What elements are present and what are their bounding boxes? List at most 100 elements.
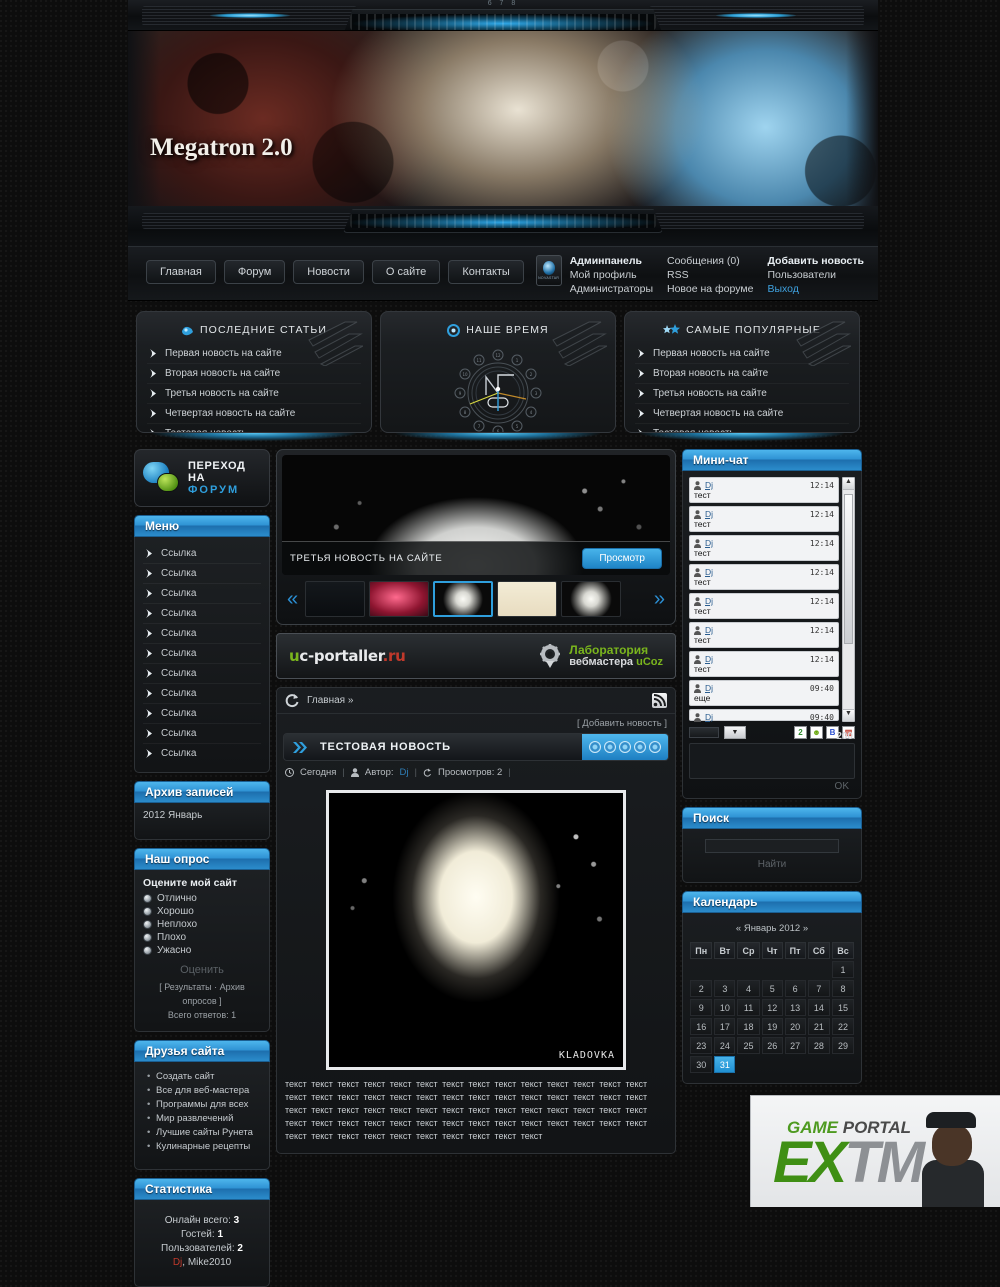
admin-link-messages[interactable]: Сообщения (0) [667, 255, 753, 267]
stats-user-1[interactable]: Dj [173, 1257, 182, 1268]
calendar-cell[interactable]: 29 [832, 1037, 854, 1054]
poll-submit-button[interactable]: Оценить [143, 964, 261, 976]
chat-user[interactable]: Dj [705, 509, 713, 519]
calendar-prev-icon[interactable]: « [736, 923, 741, 934]
chat-scrollbar[interactable]: ▲ ▼ [842, 477, 855, 722]
chat-dropdown-button[interactable]: ▼ [724, 726, 746, 739]
rss-icon[interactable] [652, 693, 667, 708]
calendar-cell[interactable]: 18 [737, 1018, 760, 1035]
list-item[interactable]: Ссылка [143, 604, 261, 624]
list-item[interactable]: Программы для всех [147, 1097, 261, 1111]
calendar-cell[interactable]: 27 [784, 1037, 806, 1054]
chat-user[interactable]: Dj [705, 683, 713, 693]
calendar-cell[interactable]: 11 [737, 999, 760, 1016]
calendar-next-icon[interactable]: » [803, 923, 808, 934]
rating-star-4-icon[interactable] [634, 741, 646, 753]
admin-link-users[interactable]: Пользователи [767, 269, 864, 281]
list-item[interactable]: Мир развлечений [147, 1111, 261, 1125]
admin-link-adminpanel[interactable]: Админпанель [570, 255, 653, 267]
calendar-cell[interactable]: 23 [690, 1037, 713, 1054]
calendar-cell[interactable]: 2 [690, 980, 713, 997]
calendar-cell[interactable]: 22 [832, 1018, 854, 1035]
thumbnail-4[interactable] [497, 581, 558, 617]
list-item[interactable]: Лучшие сайты Рунета [147, 1125, 261, 1139]
radio-icon[interactable] [143, 933, 152, 942]
list-item[interactable]: Третья новость на сайте [147, 384, 361, 404]
breadcrumb[interactable]: Главная » [307, 695, 353, 706]
calendar-cell[interactable]: 8 [832, 980, 854, 997]
rating-star-1-icon[interactable] [589, 741, 601, 753]
calendar-cell[interactable]: 5 [761, 980, 783, 997]
thumbnail-3-selected[interactable] [433, 581, 494, 617]
nav-button-news[interactable]: Новости [293, 260, 364, 284]
calendar-cell[interactable]: 25 [737, 1037, 760, 1054]
nav-button-about[interactable]: О сайте [371, 260, 441, 284]
list-item[interactable]: Ссылка [143, 724, 261, 744]
list-item[interactable]: Вторая новость на сайте [635, 364, 849, 384]
radio-icon[interactable] [143, 946, 152, 955]
rating-star-5-icon[interactable] [649, 741, 661, 753]
chat-input[interactable] [689, 743, 855, 779]
calendar-cell[interactable]: 20 [784, 1018, 806, 1035]
thumbnail-1[interactable] [305, 581, 366, 617]
list-item[interactable]: Ссылка [143, 624, 261, 644]
chat-user[interactable]: Dj [705, 567, 713, 577]
bb-button-1[interactable]: 2 [794, 726, 807, 739]
calendar-cell[interactable]: 26 [761, 1037, 783, 1054]
scroll-down-icon[interactable]: ▼ [843, 709, 854, 721]
admin-link-profile[interactable]: Мой профиль [570, 269, 653, 281]
calendar-cell[interactable]: 16 [690, 1018, 713, 1035]
poll-option[interactable]: Ужасно [143, 944, 261, 957]
admin-link-rss[interactable]: RSS [667, 269, 753, 281]
nav-button-forum[interactable]: Форум [223, 260, 286, 284]
calendar-cell[interactable]: 7 [807, 980, 831, 997]
scroll-up-icon[interactable]: ▲ [843, 478, 854, 490]
calendar-cell[interactable]: 9 [690, 999, 713, 1016]
radio-icon[interactable] [143, 907, 152, 916]
chat-user[interactable]: Dj [705, 625, 713, 635]
calendar-cell[interactable]: 1 [832, 961, 854, 978]
list-item[interactable]: Ссылка [143, 584, 261, 604]
calendar-cell[interactable]: 14 [807, 999, 831, 1016]
calendar-cell[interactable]: 10 [714, 999, 736, 1016]
chat-user[interactable]: Dj [705, 538, 713, 548]
poll-option[interactable]: Отлично [143, 892, 261, 905]
poll-option[interactable]: Хорошо [143, 905, 261, 918]
list-item[interactable]: Ссылка [143, 744, 261, 763]
slider-view-button[interactable]: Просмотр [582, 548, 662, 569]
calendar-cell[interactable]: 28 [807, 1037, 831, 1054]
search-input[interactable] [705, 839, 839, 853]
calendar-cell[interactable]: 17 [714, 1018, 736, 1035]
search-button[interactable]: Найти [693, 853, 851, 870]
poll-option[interactable]: Плохо [143, 931, 261, 944]
scroll-thumb[interactable] [844, 494, 853, 644]
radio-icon[interactable] [143, 894, 152, 903]
calendar-cell[interactable]: 3 [714, 980, 736, 997]
calendar-cell[interactable]: 12 [761, 999, 783, 1016]
admin-link-admins[interactable]: Администраторы [570, 283, 653, 295]
nav-button-home[interactable]: Главная [146, 260, 216, 284]
calendar-cell[interactable]: 13 [784, 999, 806, 1016]
list-item[interactable]: Все для веб-мастера [147, 1083, 261, 1097]
chat-user[interactable]: Dj [705, 596, 713, 606]
list-item[interactable]: Тестовая новость [147, 424, 361, 432]
calendar-cell-today[interactable]: 31 [714, 1056, 736, 1073]
calendar-cell[interactable]: 24 [714, 1037, 736, 1054]
chat-color-select[interactable] [689, 727, 719, 738]
news-rating[interactable] [582, 734, 668, 760]
forum-banner[interactable]: ПЕРЕХОД НА ФОРУМ [134, 449, 270, 507]
calendar-cell[interactable]: 21 [807, 1018, 831, 1035]
thumbnail-5[interactable] [561, 581, 622, 617]
news-author[interactable]: Dj [400, 767, 409, 778]
list-item[interactable]: Вторая новость на сайте [147, 364, 361, 384]
extm-watermark-overlay[interactable]: GAME PORTAL EXTM [750, 1095, 1000, 1207]
list-item[interactable]: Создать сайт [147, 1069, 261, 1083]
admin-link-forum-new[interactable]: Новое на форуме [667, 283, 753, 295]
list-item[interactable]: Ссылка [143, 644, 261, 664]
calendar-cell[interactable]: 30 [690, 1056, 713, 1073]
thumbnail-2[interactable] [369, 581, 430, 617]
calendar-cell[interactable]: 6 [784, 980, 806, 997]
add-news-link[interactable]: [ Добавить новость ] [277, 714, 675, 731]
list-item[interactable]: Ссылка [143, 544, 261, 564]
list-item[interactable]: Тестовая новость [635, 424, 849, 432]
